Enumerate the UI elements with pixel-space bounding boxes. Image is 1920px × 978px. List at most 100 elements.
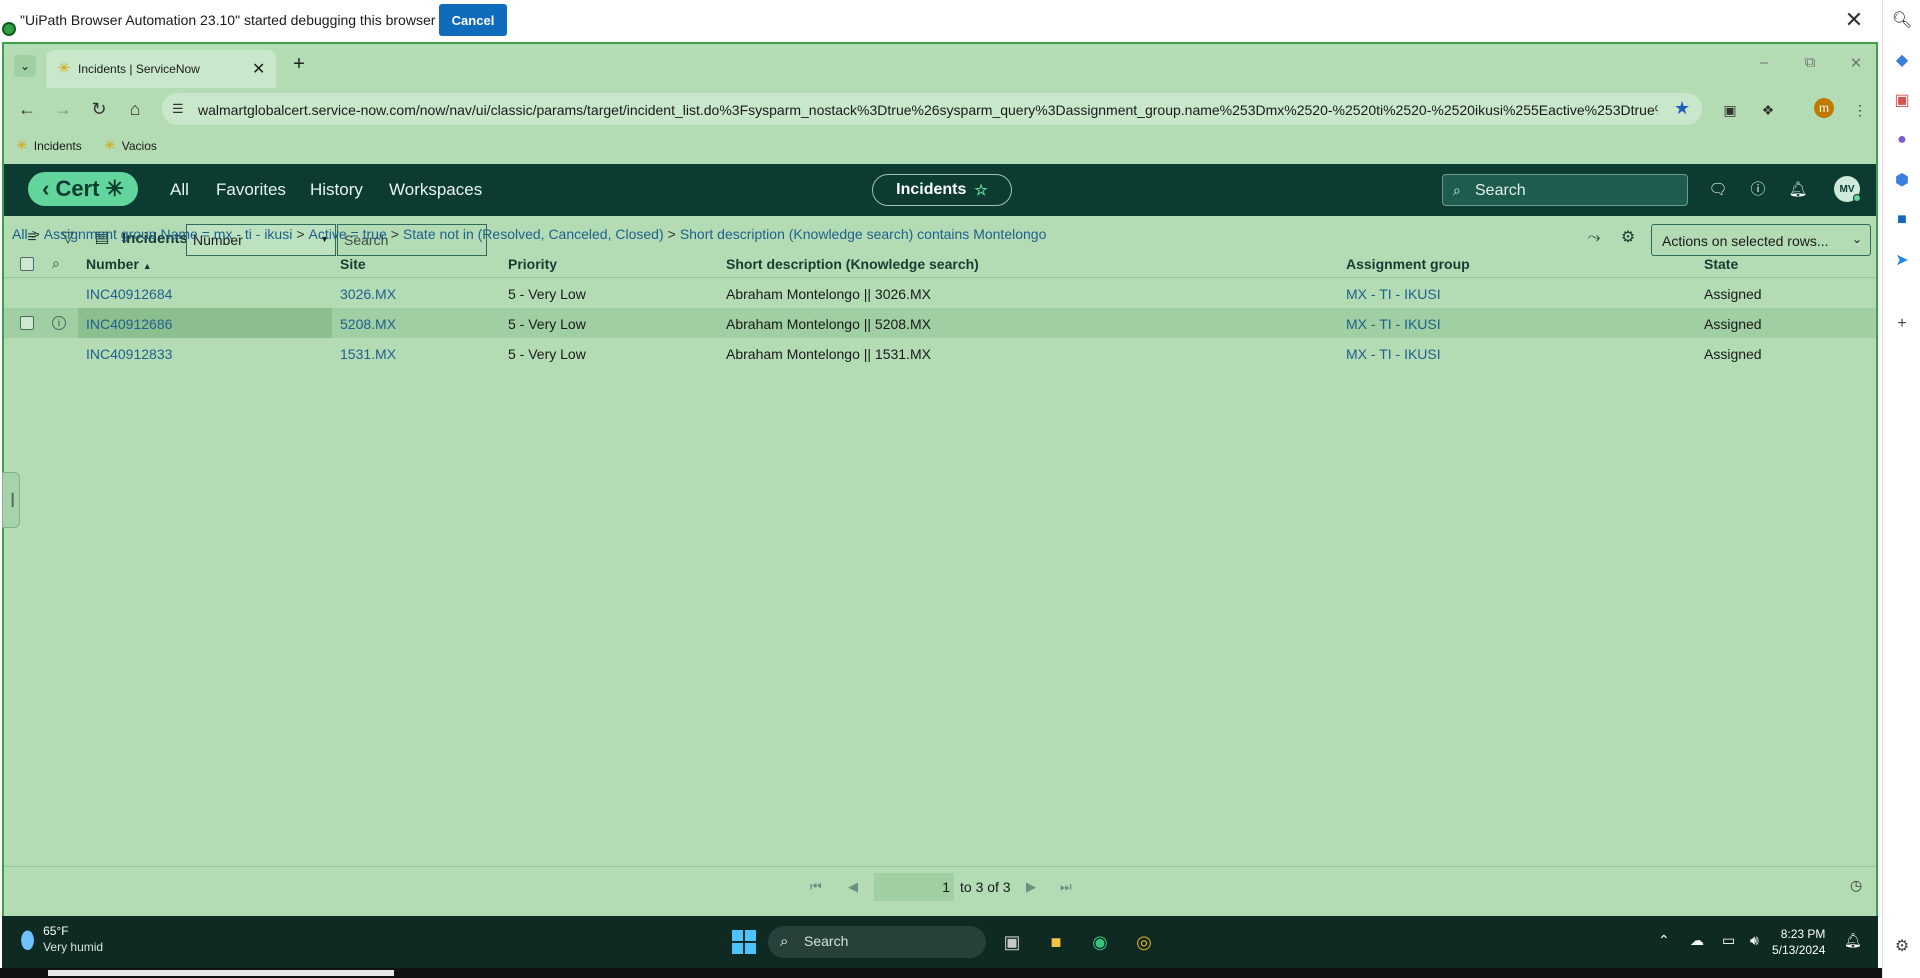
breadcrumb-item[interactable]: Active = true (309, 226, 387, 242)
site-link[interactable]: 5208.MX (340, 316, 396, 332)
column-site[interactable]: Site (340, 256, 366, 272)
search-icon: ⌕ (1453, 182, 1461, 198)
task-view-icon[interactable]: ▣ (998, 928, 1026, 956)
previous-page-icon[interactable]: ◀︎ (848, 879, 858, 895)
help-icon[interactable]: ⓘ (1748, 180, 1768, 200)
nav-history[interactable]: History (310, 180, 363, 200)
next-page-icon[interactable]: ▶︎ (1026, 879, 1036, 895)
global-search[interactable]: ⌕ (1442, 174, 1688, 206)
column-state[interactable]: State (1704, 256, 1738, 272)
site-info-icon[interactable]: ☰ (172, 101, 184, 117)
notifications-bell-icon[interactable]: 🔔︎ (1788, 180, 1808, 200)
nav-workspaces[interactable]: Workspaces (389, 180, 482, 200)
site-link[interactable]: 3026.MX (340, 286, 396, 302)
copilot-icon[interactable]: ⬢ (1892, 170, 1912, 190)
incident-number-link[interactable]: INC40912684 (86, 286, 172, 302)
send-icon[interactable]: ➤ (1892, 250, 1912, 270)
breadcrumb-item[interactable]: All (12, 226, 28, 242)
column-priority[interactable]: Priority (508, 256, 557, 272)
user-avatar[interactable]: MV (1834, 176, 1861, 202)
incident-number-link[interactable]: INC40912686 (86, 316, 172, 332)
window-close-icon[interactable]: ✕ (1846, 54, 1866, 72)
table-row[interactable]: i INC40912686 5208.MX 5 - Very Low Abrah… (4, 308, 1876, 338)
breadcrumb-item[interactable]: State not in (Resolved, Canceled, Closed… (403, 226, 664, 242)
favorite-star-icon[interactable]: ☆ (974, 181, 987, 199)
row-checkbox[interactable] (20, 316, 34, 330)
context-pill[interactable]: Incidents ☆ (872, 174, 1012, 206)
scroll-bar (48, 970, 394, 976)
new-tab-icon[interactable]: + (288, 53, 310, 75)
close-banner-icon[interactable]: ✕ (1842, 8, 1866, 32)
nav-all[interactable]: All (170, 180, 189, 200)
bookmark-star-icon[interactable]: ★ (1674, 98, 1690, 119)
system-clock[interactable]: 8:23 PM 5/13/2024 (1772, 926, 1825, 958)
forward-icon[interactable]: → (52, 98, 74, 120)
tab-list-chevron-icon[interactable]: ⌄ (14, 55, 36, 77)
assignment-group-link[interactable]: MX - TI - IKUSI (1346, 316, 1441, 332)
extensions-puzzle-icon[interactable]: ❖ (1758, 100, 1778, 120)
chat-icon[interactable]: 🗨︎ (1708, 180, 1728, 200)
onedrive-icon[interactable]: ☁ (1690, 932, 1704, 949)
taskbar-search[interactable]: ⌕ (768, 926, 986, 958)
tab-close-icon[interactable]: ✕ (252, 59, 265, 79)
column-search-icon[interactable]: ⌕ (52, 255, 60, 272)
omnibox[interactable]: ☰ walmartglobalcert.service-now.com/now/… (162, 93, 1702, 125)
search-icon[interactable]: 🔍︎ (1892, 10, 1912, 30)
table-row[interactable]: INC40912684 3026.MX 5 - Very Low Abraham… (4, 278, 1876, 308)
column-short-description[interactable]: Short description (Knowledge search) (726, 256, 979, 272)
sn-logo[interactable]: ‹ Cert ✳ (28, 172, 138, 206)
edge-icon[interactable]: ◉ (1086, 928, 1114, 956)
minimize-icon[interactable]: – (1754, 54, 1774, 71)
page-number-input[interactable] (874, 873, 954, 901)
weather-widget[interactable]: ⬮ 65°F Very humid (20, 924, 103, 958)
nav-favorites[interactable]: Favorites (216, 180, 286, 200)
actions-label: Actions on selected rows... (1662, 233, 1829, 249)
select-all-checkbox[interactable] (20, 257, 34, 271)
column-number[interactable]: Number ▲ (86, 256, 152, 272)
extension-uipath-icon[interactable]: ▣ (1720, 100, 1740, 120)
site-link[interactable]: 1531.MX (340, 346, 396, 362)
breadcrumb-item[interactable]: Assignment group Name = mx - ti - ikusi (44, 226, 293, 242)
split-pane-handle[interactable]: ┃ (2, 472, 20, 528)
restore-icon[interactable]: ⧉ (1800, 54, 1820, 71)
tag-icon[interactable]: ◆ (1892, 50, 1912, 70)
tab-incidents[interactable]: ✳ Incidents | ServiceNow ✕ (46, 50, 276, 88)
activity-icon[interactable]: ⤳ (1584, 228, 1604, 248)
bookmark-incidents[interactable]: ✳ Incidents (16, 137, 82, 154)
breadcrumb-item[interactable]: Short description (Knowledge search) con… (680, 226, 1047, 242)
bookmark-vacios[interactable]: ✳ Vacios (104, 137, 157, 154)
response-time-icon[interactable]: ◷ (1850, 877, 1862, 894)
people-icon[interactable]: ● (1892, 130, 1912, 150)
reload-icon[interactable]: ↻ (88, 98, 110, 120)
cancel-debug-button[interactable]: Cancel (439, 4, 507, 36)
windows-taskbar: ⬮ 65°F Very humid ⌕ ▣ ■ ◉ ◎ ⌃ ☁ ▭ 🔊︎ 8:2… (2, 916, 1878, 968)
notification-center-icon[interactable]: 🔔︎ (1844, 932, 1862, 949)
chrome-icon[interactable]: ◎ (1130, 928, 1158, 956)
row-info-icon[interactable]: i (52, 316, 66, 330)
back-icon[interactable]: ← (16, 98, 38, 120)
toolbox-icon[interactable]: ▣ (1892, 90, 1912, 110)
windows-start-icon[interactable] (732, 930, 756, 954)
browser-menu-icon[interactable]: ⋮ (1850, 100, 1870, 120)
volume-icon[interactable]: 🔊︎ (1750, 932, 1759, 949)
last-page-icon[interactable]: ⏭︎ (1060, 879, 1072, 895)
profile-avatar[interactable]: m (1814, 98, 1834, 118)
file-explorer-icon[interactable]: ■ (1042, 928, 1070, 956)
taskbar-search-input[interactable] (804, 933, 964, 949)
first-page-icon[interactable]: ⏮︎ (810, 879, 822, 895)
settings-icon[interactable]: ⚙ (1892, 936, 1912, 956)
settings-gear-icon[interactable]: ⚙ (1618, 228, 1638, 248)
network-icon[interactable]: ▭ (1722, 932, 1735, 949)
breadcrumb-separator: > (296, 226, 305, 242)
home-icon[interactable]: ⌂ (124, 98, 146, 120)
incident-number-link[interactable]: INC40912833 (86, 346, 172, 362)
assignment-group-link[interactable]: MX - TI - IKUSI (1346, 286, 1441, 302)
add-icon[interactable]: + (1892, 314, 1912, 334)
table-row[interactable]: INC40912833 1531.MX 5 - Very Low Abraham… (4, 338, 1876, 368)
global-search-input[interactable] (1475, 181, 1675, 201)
column-assignment-group[interactable]: Assignment group (1346, 256, 1470, 272)
assignment-group-link[interactable]: MX - TI - IKUSI (1346, 346, 1441, 362)
url-text[interactable]: walmartglobalcert.service-now.com/now/na… (198, 102, 1658, 118)
tray-chevron-up-icon[interactable]: ⌃ (1658, 932, 1670, 949)
outlook-icon[interactable]: ■ (1892, 210, 1912, 230)
